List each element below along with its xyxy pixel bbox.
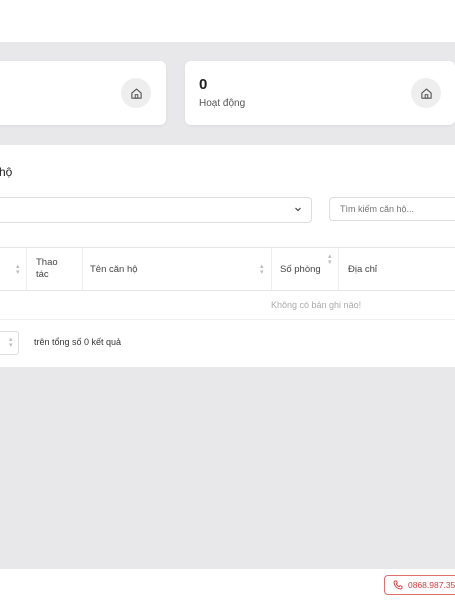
sort-icon[interactable]: ▴ ▾ xyxy=(16,263,20,276)
column-header-rooms: Số phòng xyxy=(280,248,321,290)
sort-icon[interactable]: ▴ ▾ xyxy=(328,253,332,266)
column-header-actions: Thao tác xyxy=(36,248,76,290)
empty-state-text: Không có bản ghi nào! xyxy=(271,300,362,310)
top-header-bar xyxy=(0,0,455,42)
sort-icon[interactable]: ▴ ▾ xyxy=(260,263,264,276)
stat-value-active: 0 xyxy=(199,76,208,93)
column-label: Thao tác xyxy=(36,257,58,280)
hotline-number: 0868.987.35 xyxy=(408,580,455,590)
column-divider xyxy=(26,248,27,290)
page-size-select[interactable]: ▴ ▾ xyxy=(0,331,19,355)
hotline-button[interactable]: 0868.987.35 xyxy=(384,575,455,595)
column-header-address: Địa chỉ xyxy=(348,248,377,290)
stat-card-total xyxy=(0,61,166,125)
filter-select[interactable] xyxy=(0,197,312,223)
pagination-bar: ▴ ▾ trên tổng số 0 kết quả xyxy=(0,320,455,360)
apartment-table: ▴ ▾ Thao tác Tên căn hộ ▴ ▾ Số phòng ▴ ▾ Đị… xyxy=(0,247,455,360)
panel-title: hộ xyxy=(0,165,13,179)
column-label: Địa chỉ xyxy=(348,263,378,275)
table-empty-row: Không có bản ghi nào! xyxy=(0,291,455,320)
search-input[interactable] xyxy=(329,197,455,221)
column-header-name: Tên căn hộ xyxy=(90,248,138,290)
pagination-summary: trên tổng số 0 kết quả xyxy=(34,337,122,347)
column-label: Số phòng xyxy=(280,263,321,275)
stat-label-active: Hoạt động xyxy=(199,98,246,109)
sort-icon: ▴ ▾ xyxy=(9,336,13,349)
chevron-down-icon xyxy=(295,207,301,212)
column-label: Tên căn hộ xyxy=(90,263,138,275)
column-divider xyxy=(82,248,83,290)
apartment-list-panel: hộ ▴▾ Thao tác Tên căn hộ ▴▾ Số phòng ▴▾… xyxy=(0,145,455,367)
stat-card-active: 0 Hoạt động xyxy=(185,61,455,125)
phone-icon xyxy=(393,580,403,590)
home-icon xyxy=(121,78,151,108)
column-divider xyxy=(338,248,339,290)
home-icon xyxy=(411,78,441,108)
table-header: ▴ ▾ Thao tác Tên căn hộ ▴ ▾ Số phòng ▴ ▾ Đị… xyxy=(0,247,455,291)
column-divider xyxy=(271,248,272,290)
